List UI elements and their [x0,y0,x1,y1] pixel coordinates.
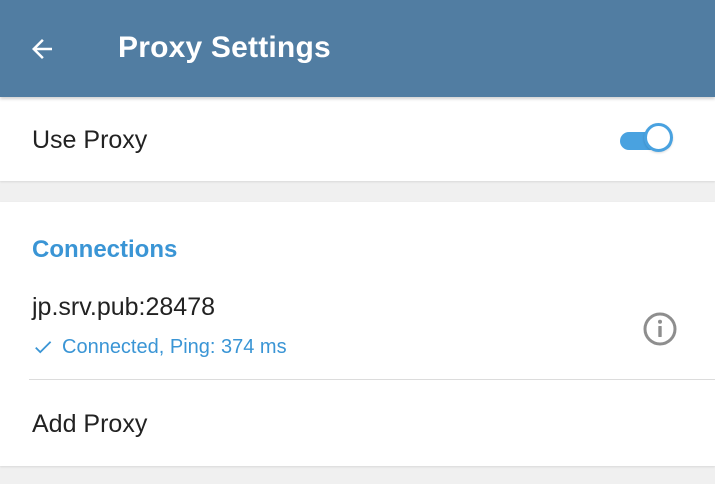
back-button[interactable] [18,26,66,72]
proxy-status: Connected, Ping: 374 ms [32,333,287,361]
info-icon [643,312,677,346]
proxy-status-text: Connected, Ping: 374 ms [62,335,287,358]
use-proxy-toggle[interactable] [619,121,679,157]
app-bar: Proxy Settings [0,0,715,97]
add-proxy-button[interactable]: Add Proxy [0,381,715,465]
proxy-list-item[interactable]: jp.srv.pub:28478 Connected, Ping: 374 ms [0,284,715,380]
arrow-left-icon [32,39,52,59]
proxy-address: jp.srv.pub:28478 [32,293,215,321]
connections-header: Connections [32,236,178,263]
proxy-info-button[interactable] [637,306,683,352]
check-icon [32,336,54,358]
toggle-thumb [644,123,673,152]
use-proxy-label: Use Proxy [32,126,148,154]
page-title: Proxy Settings [118,31,331,64]
divider [29,379,715,380]
add-proxy-label: Add Proxy [32,410,148,438]
